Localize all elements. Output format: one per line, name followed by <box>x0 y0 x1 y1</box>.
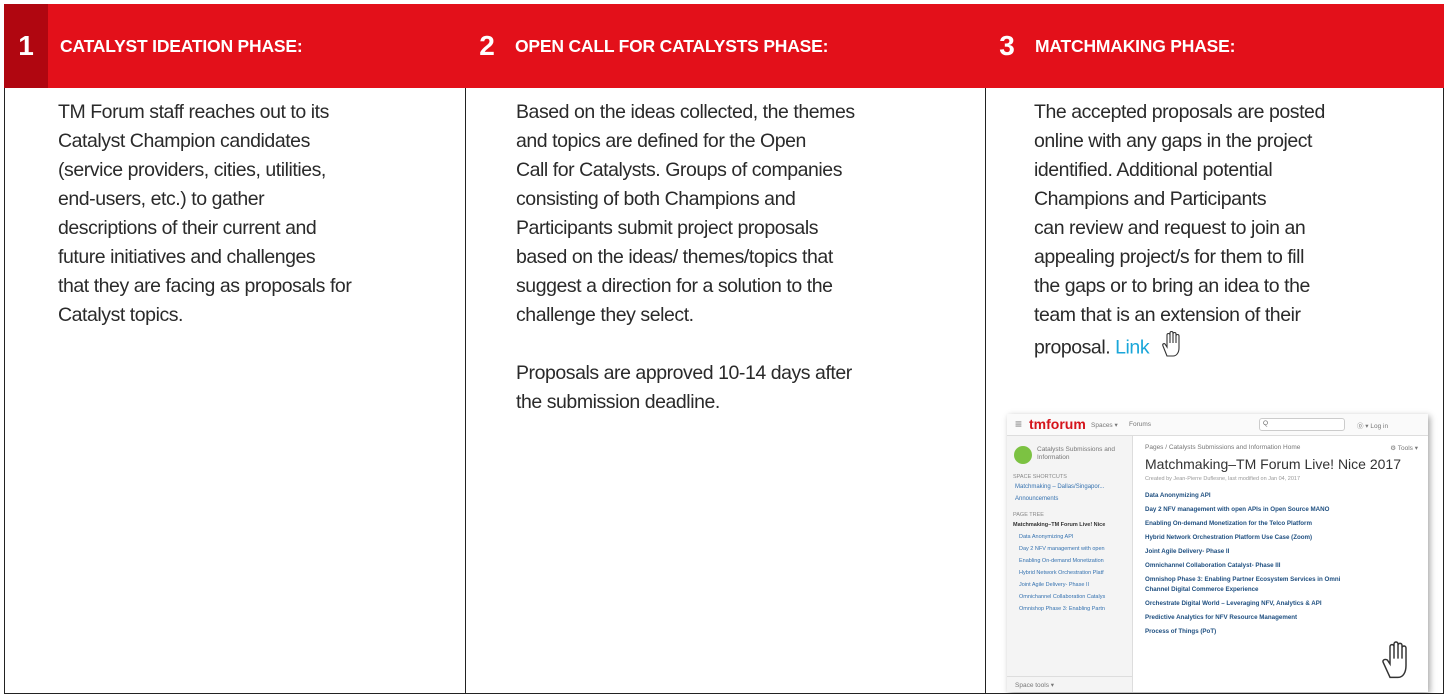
phase-number: 2 <box>479 30 495 61</box>
phase-number: 1 <box>4 4 48 88</box>
catalyst-link: Omnichannel Collaboration Catalyst- Phas… <box>1145 562 1281 569</box>
tree-item: Data Anonymizing API <box>1019 534 1074 540</box>
text-line: Catalyst Champion candidates <box>58 130 310 152</box>
catalyst-link: Omnishop Phase 3: Enabling Partner Ecosy… <box>1145 576 1341 583</box>
text-line: and topics are defined for the Open <box>516 130 806 152</box>
catalyst-link: Orchestrate Digital World – Leveraging N… <box>1145 600 1322 607</box>
phase-column-open-call: 2 OPEN CALL FOR CATALYSTS PHASE: Based o… <box>465 4 985 694</box>
tree-item: Enabling On-demand Monetization <box>1019 558 1104 564</box>
text-line: that they are facing as proposals for <box>58 275 352 297</box>
catalyst-link: Enabling On-demand Monetization for the … <box>1145 520 1312 527</box>
user-menu: ⓪ ▾ Log in <box>1357 423 1389 430</box>
phase-column-ideation: 1 CATALYST IDEATION PHASE: TM Forum staf… <box>4 4 465 694</box>
text-line: challenge they select. <box>516 304 694 326</box>
screenshot-sidebar: Catalysts Submissions and Information SP… <box>1007 436 1133 692</box>
menu-icon: ≡ <box>1015 417 1023 431</box>
pointer-hand-icon <box>1158 330 1188 367</box>
text-line: proposal. Link <box>1034 330 1429 367</box>
space-name: Catalysts Submissions and Information <box>1037 446 1116 461</box>
space-shortcuts-label: SPACE SHORTCUTS <box>1013 474 1067 480</box>
phase-body: Based on the ideas collected, the themes… <box>465 88 985 694</box>
phase-header: 1 CATALYST IDEATION PHASE: <box>4 4 465 88</box>
page-tree-label: PAGE TREE <box>1013 512 1044 518</box>
text-line: descriptions of their current and <box>58 217 317 239</box>
text-line: consisting of both Champions and <box>516 188 796 210</box>
text-line: Proposals are approved 10-14 days after <box>516 362 852 384</box>
phase-description: The accepted proposals are posted online… <box>1034 98 1429 367</box>
phase-description: Based on the ideas collected, the themes… <box>516 98 946 417</box>
text-line: Champions and Participants <box>1034 188 1267 210</box>
tools-menu: ⚙ Tools ▾ <box>1390 445 1418 452</box>
pointer-hand-icon <box>1378 640 1418 685</box>
phase-title: CATALYST IDEATION PHASE: <box>60 35 303 56</box>
text-line: the gaps or to bring an idea to the <box>1034 275 1310 297</box>
text-fragment: proposal. <box>1034 336 1116 359</box>
catalyst-link: Day 2 NFV management with open APIs in O… <box>1145 506 1330 513</box>
shortcut-item: Matchmaking – Dallas/Singapor... <box>1015 484 1105 490</box>
tree-item: Hybrid Network Orchestration Platf <box>1019 570 1104 576</box>
catalyst-link: Hybrid Network Orchestration Platform Us… <box>1145 534 1313 541</box>
phase-description: TM Forum staff reaches out to its Cataly… <box>58 98 408 330</box>
catalyst-link: Data Anonymizing API <box>1145 492 1211 499</box>
text-line: Participants submit project proposals <box>516 217 818 239</box>
tree-item: Joint Agile Delivery- Phase II <box>1019 582 1090 588</box>
tree-item: Day 2 NFV management with open <box>1019 546 1105 552</box>
catalyst-link: Joint Agile Delivery- Phase II <box>1145 548 1230 555</box>
phase-header: 3 MATCHMAKING PHASE: <box>985 4 1444 88</box>
tree-item: Omnichannel Collaboration Catalys <box>1019 594 1106 600</box>
shortcut-item: Announcements <box>1015 496 1059 502</box>
text-line: the submission deadline. <box>516 391 720 413</box>
phase-title: OPEN CALL FOR CATALYSTS PHASE: <box>515 35 829 56</box>
space-tools: Space tools ▾ <box>1007 676 1132 692</box>
text-line: Catalyst topics. <box>58 304 184 326</box>
text-line: future initiatives and challenges <box>58 246 316 268</box>
search-icon: Q <box>1263 420 1269 427</box>
text-line: team that is an extension of their <box>1034 304 1301 326</box>
text-line: The accepted proposals are posted <box>1034 101 1325 123</box>
screenshot-topbar: ≡ tmforum Spaces ▾ Forums Q ⓪ ▾ Log in <box>1007 414 1428 436</box>
tmforum-logo: tmforum <box>1029 416 1086 432</box>
page-meta: Created by Jean-Pierre Duflesne, last mo… <box>1145 476 1301 482</box>
phase-header: 2 OPEN CALL FOR CATALYSTS PHASE: <box>465 4 985 88</box>
catalyst-link: Process of Things (PoT) <box>1145 628 1217 635</box>
tree-item: Omnishop Phase 3: Enabling Partn <box>1019 606 1105 612</box>
text-line: suggest a direction for a solution to th… <box>516 275 833 297</box>
breadcrumb: Pages / Catalysts Submissions and Inform… <box>1145 444 1301 451</box>
page-title: Matchmaking–TM Forum Live! Nice 2017 <box>1145 456 1401 472</box>
text-line: Based on the ideas collected, the themes <box>516 101 855 123</box>
catalyst-link: Predictive Analytics for NFV Resource Ma… <box>1145 614 1298 621</box>
nav-forums: Forums <box>1129 421 1152 428</box>
space-tools-label: Space tools ▾ <box>1015 682 1055 689</box>
tree-item: Matchmaking–TM Forum Live! Nice <box>1013 522 1106 528</box>
text-line: end-users, etc.) to gather <box>58 188 265 210</box>
text-line: based on the ideas/ themes/topics that <box>516 246 833 268</box>
text-line: online with any gaps in the project <box>1034 130 1313 152</box>
text-line: appealing project/s for them to fill <box>1034 246 1304 268</box>
text-line: (service providers, cities, utilities, <box>58 159 326 181</box>
matchmaking-page-screenshot: ≡ tmforum Spaces ▾ Forums Q ⓪ ▾ Log in C… <box>1007 414 1428 692</box>
phase-body: TM Forum staff reaches out to its Cataly… <box>4 88 465 694</box>
text-line: Call for Catalysts. Groups of companies <box>516 159 843 181</box>
catalyst-link: Channel Digital Commerce Experience <box>1145 586 1259 593</box>
text-line: identified. Additional potential <box>1034 159 1273 181</box>
phase-title: MATCHMAKING PHASE: <box>1035 35 1236 56</box>
nav-spaces: Spaces ▾ <box>1091 422 1118 429</box>
text-line: can review and request to join an <box>1034 217 1306 239</box>
search-box: Q <box>1259 418 1345 431</box>
proposal-link[interactable]: Link <box>1115 337 1149 359</box>
phase-number: 3 <box>999 30 1015 61</box>
text-line: TM Forum staff reaches out to its <box>58 101 329 123</box>
space-avatar <box>1014 446 1032 464</box>
